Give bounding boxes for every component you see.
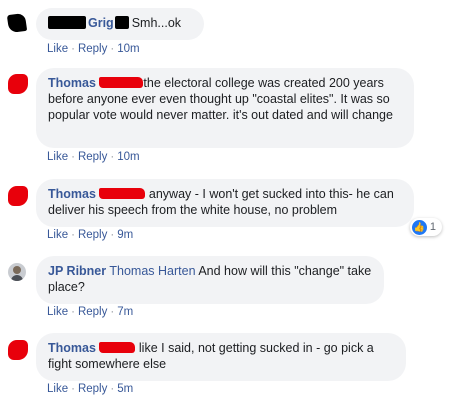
avatar-redacted[interactable]	[6, 12, 28, 34]
separator: ·	[71, 306, 75, 318]
comment-text: Smh...ok	[131, 16, 182, 30]
thumbs-up-icon: 👍	[411, 219, 427, 235]
avatar-redacted[interactable]	[8, 186, 28, 206]
timestamp[interactable]: 10m	[117, 151, 139, 163]
separator: ·	[110, 383, 115, 395]
timestamp[interactable]: 7m	[117, 306, 133, 318]
like-link[interactable]: Like	[47, 151, 68, 163]
like-link[interactable]: Like	[47, 383, 68, 395]
like-link[interactable]: Like	[47, 43, 68, 55]
avatar[interactable]	[8, 263, 26, 281]
commenter-name[interactable]: Grig	[88, 16, 114, 30]
separator: ·	[110, 229, 115, 241]
avatar-redacted[interactable]	[8, 340, 28, 360]
reply-link[interactable]: Reply	[78, 43, 107, 55]
reply-link[interactable]: Reply	[78, 306, 107, 318]
comment-bubble: Thomas like I said, not getting sucked i…	[36, 333, 406, 381]
reaction-count-value: 1	[429, 221, 436, 233]
comment-bubble: Thomas the electoral college was created…	[36, 68, 414, 148]
comment-actions: Like · Reply · 7m	[47, 306, 133, 318]
comment-actions: Like · Reply · 10m	[47, 151, 140, 163]
reply-link[interactable]: Reply	[78, 229, 107, 241]
comment-text: like I said, not getting sucked in - go …	[48, 341, 374, 371]
name-redaction	[99, 188, 146, 199]
separator: ·	[71, 229, 75, 241]
separator: ·	[110, 151, 115, 163]
comment-bubble: Grig Smh...ok	[36, 8, 204, 40]
timestamp[interactable]: 9m	[117, 229, 133, 241]
comment-bubble: JP Ribner Thomas Harten And how will thi…	[36, 256, 384, 304]
like-link[interactable]: Like	[47, 229, 68, 241]
comment-actions: Like · Reply · 5m	[47, 383, 133, 395]
commenter-name[interactable]: Thomas	[48, 76, 96, 90]
comment-bubble: Thomas anyway - I won't get sucked into …	[36, 179, 414, 227]
separator: ·	[110, 43, 115, 55]
avatar-torso	[11, 275, 23, 281]
name-redaction	[48, 16, 86, 29]
name-redaction	[99, 77, 144, 88]
commenter-name[interactable]: JP Ribner	[48, 264, 106, 278]
name-redaction	[114, 16, 129, 29]
separator: ·	[71, 43, 75, 55]
commenter-name[interactable]: Thomas	[48, 341, 96, 355]
tagged-user[interactable]: Thomas Harten	[109, 264, 195, 278]
commenter-name[interactable]: Thomas	[48, 187, 96, 201]
reaction-count[interactable]: 👍 1	[409, 218, 442, 236]
timestamp[interactable]: 10m	[117, 43, 139, 55]
avatar-redacted[interactable]	[8, 74, 28, 94]
like-link[interactable]: Like	[47, 306, 68, 318]
comment-actions: Like · Reply · 10m	[47, 43, 140, 55]
timestamp[interactable]: 5m	[117, 383, 133, 395]
separator: ·	[110, 306, 115, 318]
separator: ·	[71, 151, 75, 163]
reply-link[interactable]: Reply	[78, 151, 107, 163]
reply-link[interactable]: Reply	[78, 383, 107, 395]
separator: ·	[71, 383, 75, 395]
avatar-head	[13, 266, 21, 274]
name-redaction	[99, 342, 136, 353]
comment-actions: Like · Reply · 9m	[47, 229, 133, 241]
